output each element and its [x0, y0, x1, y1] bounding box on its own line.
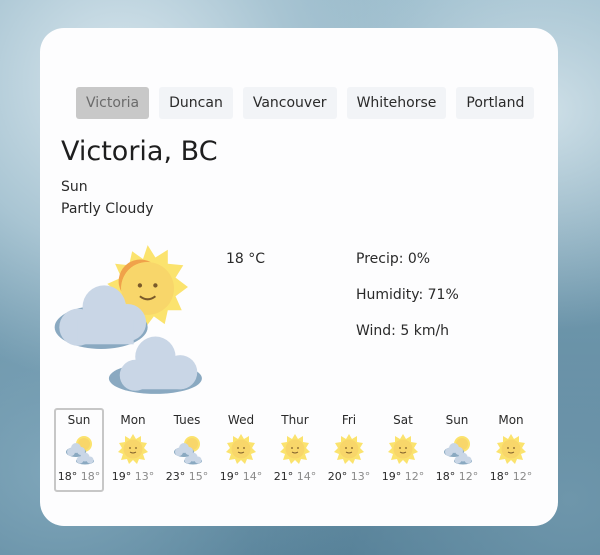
forecast-high: 18°	[435, 470, 456, 483]
forecast-low: 12°	[458, 470, 479, 483]
forecast-temps: 18° 12°	[434, 470, 480, 483]
partly-cloudy-icon	[66, 436, 94, 465]
current-day: Sun	[61, 179, 88, 195]
precip-value: Precip: 0%	[356, 251, 431, 267]
forecast-temps: 23° 15°	[164, 470, 210, 483]
forecast-high: 19°	[111, 470, 132, 483]
humidity-value: Humidity: 71%	[356, 287, 459, 303]
forecast-day[interactable]: Mon 19° 13°	[108, 408, 158, 492]
forecast-day[interactable]: Fri 20° 13°	[324, 408, 374, 492]
city-title: Victoria, BC	[61, 136, 218, 167]
forecast-temps: 19° 13°	[110, 470, 156, 483]
wind-value: Wind: 5 km/h	[356, 323, 450, 339]
forecast-day[interactable]: Sun 18° 18°	[54, 408, 104, 492]
forecast-high: 18°	[489, 470, 510, 483]
forecast-temps: 21° 14°	[272, 470, 318, 483]
forecast-day-name: Sun	[445, 413, 469, 427]
sun-icon	[279, 433, 311, 465]
forecast-temps: 19° 12°	[380, 470, 426, 483]
forecast-day-name: Mon	[498, 413, 524, 427]
tab-duncan[interactable]: Duncan	[159, 87, 233, 119]
partly-cloudy-icon	[444, 436, 472, 465]
current-temperature: 18 °C	[226, 251, 266, 267]
tab-portland[interactable]: Portland	[456, 87, 535, 119]
forecast-day-name: Sat	[393, 413, 413, 427]
sun-icon	[117, 433, 149, 465]
tab-whitehorse[interactable]: Whitehorse	[346, 87, 447, 119]
forecast-temps: 18° 12°	[488, 470, 534, 483]
forecast-day-name: Thur	[281, 413, 309, 427]
forecast-low: 14°	[296, 470, 317, 483]
forecast-low: 13°	[350, 470, 371, 483]
forecast-high: 19°	[219, 470, 240, 483]
forecast-low: 14°	[242, 470, 263, 483]
partly-cloudy-icon	[54, 245, 202, 394]
forecast-day[interactable]: Wed 19° 14°	[216, 408, 266, 492]
forecast-day[interactable]: Thur 21° 14°	[270, 408, 320, 492]
forecast-day[interactable]: Mon 18° 12°	[486, 408, 536, 492]
tab-vancouver[interactable]: Vancouver	[242, 87, 337, 119]
forecast-low: 13°	[134, 470, 155, 483]
forecast-day-name: Wed	[227, 413, 255, 427]
forecast-high: 21°	[273, 470, 294, 483]
weather-card: Victoria Duncan Vancouver Whitehorse Por…	[40, 28, 558, 526]
forecast-high: 20°	[327, 470, 348, 483]
partly-cloudy-icon	[174, 436, 202, 465]
forecast-temps: 18° 18°	[56, 470, 102, 483]
forecast-low: 12°	[512, 470, 533, 483]
forecast-day-name: Mon	[120, 413, 146, 427]
forecast-low: 12°	[404, 470, 425, 483]
forecast-day[interactable]: Sat 19° 12°	[378, 408, 428, 492]
forecast-high: 18°	[57, 470, 78, 483]
sun-icon	[333, 433, 365, 465]
sun-icon	[225, 433, 257, 465]
forecast-day[interactable]: Tues 23° 15°	[162, 408, 212, 492]
forecast-day[interactable]: Sun 18° 12°	[432, 408, 482, 492]
forecast-temps: 20° 13°	[326, 470, 372, 483]
sun-icon	[495, 433, 527, 465]
tab-victoria[interactable]: Victoria	[76, 87, 150, 119]
forecast-low: 15°	[188, 470, 209, 483]
sun-icon	[387, 433, 419, 465]
forecast-strip: Sun 18° 18° Mon 19° 13° Tues 23° 15° Wed 19° 14…	[54, 408, 540, 492]
current-condition: Partly Cloudy	[61, 201, 154, 217]
forecast-day-name: Sun	[67, 413, 91, 427]
forecast-high: 19°	[381, 470, 402, 483]
forecast-day-name: Fri	[341, 413, 357, 427]
forecast-day-name: Tues	[173, 413, 201, 427]
forecast-temps: 19° 14°	[218, 470, 264, 483]
forecast-high: 23°	[165, 470, 186, 483]
forecast-low: 18°	[80, 470, 101, 483]
city-tabs: Victoria Duncan Vancouver Whitehorse Por…	[76, 87, 535, 119]
